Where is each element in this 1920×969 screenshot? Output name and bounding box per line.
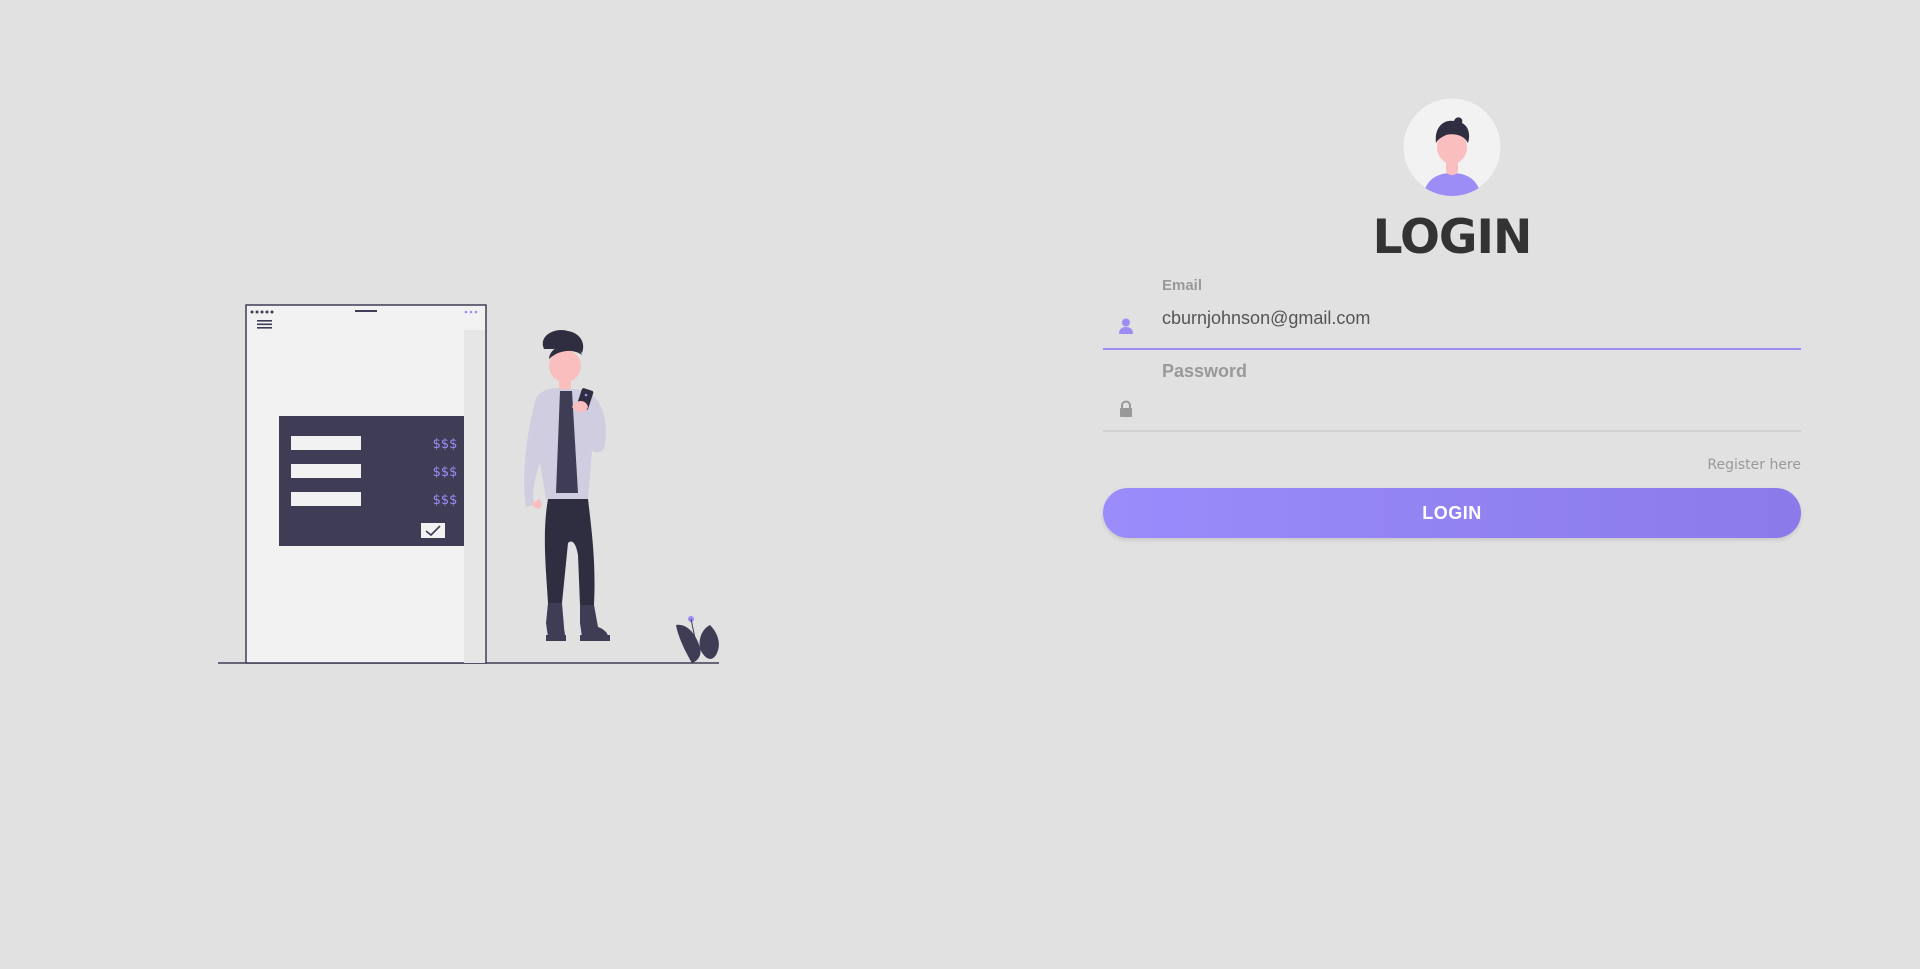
password-input[interactable] [1162,390,1791,416]
login-illustration: $$$ $$$ $$$ [218,304,719,664]
register-link[interactable]: Register here [1103,457,1801,473]
lock-icon [1120,400,1132,417]
user-icon [1119,318,1133,334]
page-title: LOGIN [1372,210,1533,265]
password-label: Password [1162,361,1248,381]
price-label: $$$ [433,493,458,508]
login-page: $$$ $$$ $$$ LOGIN Email cburnjohnson@gma… [0,0,1920,969]
login-button[interactable]: LOGIN [1103,488,1801,538]
avatar-icon [1402,97,1502,197]
email-field: Email [1103,277,1801,350]
menu-icon [257,320,272,329]
price-label: $$$ [433,465,458,480]
email-input[interactable] [1162,305,1791,331]
login-form: LOGIN Email Password Register here LOGIN [1103,97,1801,538]
checkbox-icon [421,523,445,538]
price-label: $$$ [433,437,458,452]
email-label: Email [1162,277,1203,294]
plant-decoration [676,616,719,663]
phone-mockup: $$$ $$$ $$$ [245,304,487,664]
person-figure [524,329,610,641]
password-field: Password [1103,350,1801,432]
